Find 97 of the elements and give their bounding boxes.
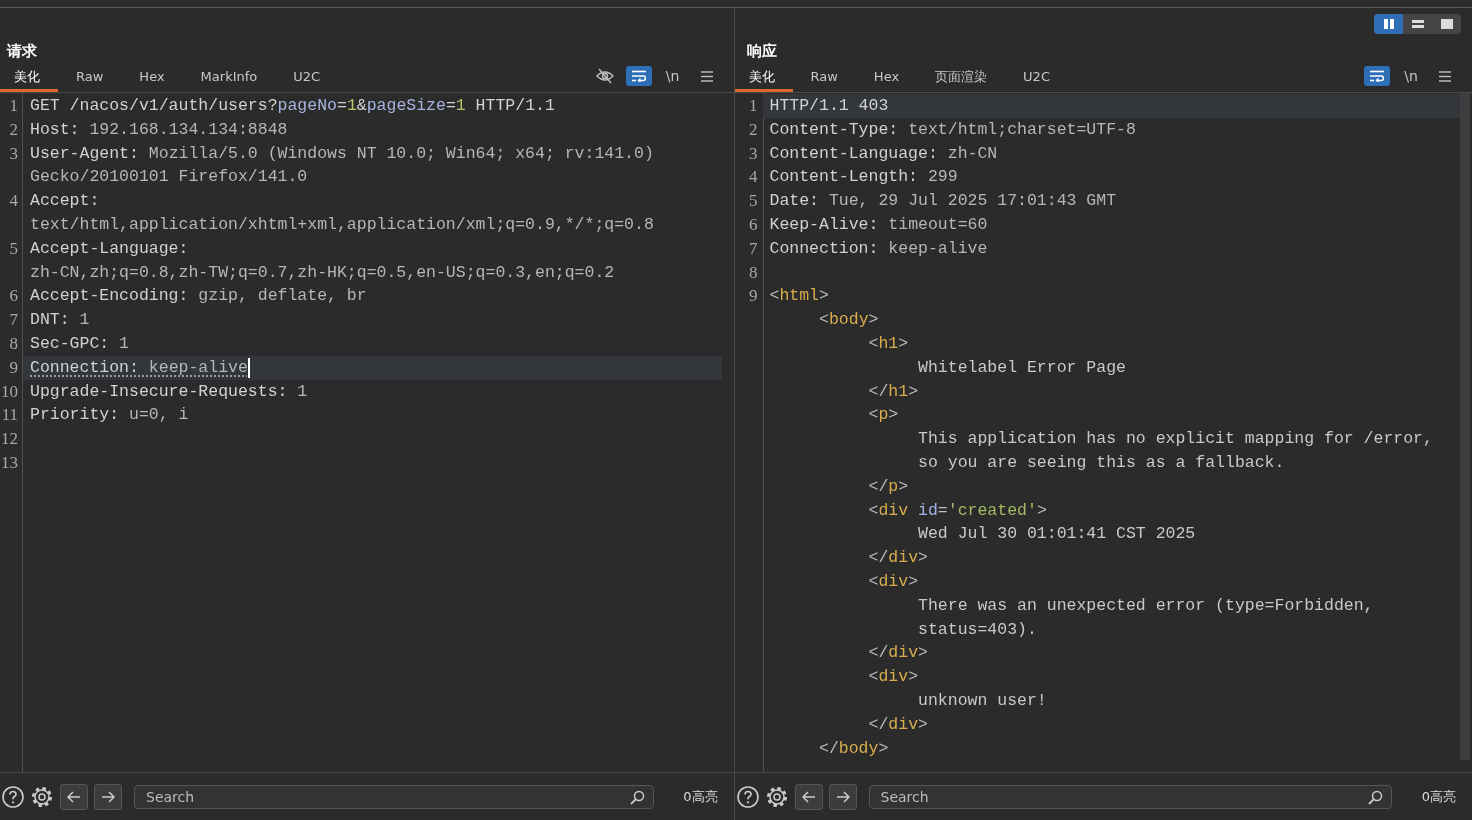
code-line: Wed Jul 30 01:01:41 CST 2025	[917, 523, 1196, 546]
tab[interactable]: 页面渲染	[917, 64, 1006, 92]
code-line: Upgrade-Insecure-Requests: 1	[30, 380, 308, 403]
search-icon	[629, 789, 645, 805]
line-number: 8	[8, 332, 18, 355]
back-button[interactable]	[794, 783, 823, 810]
panel-title: 请求	[7, 42, 37, 62]
code-line: <h1>	[867, 332, 909, 355]
line-number: 1	[748, 95, 758, 117]
search-field[interactable]: Search	[134, 784, 654, 809]
code-line: </body>	[818, 737, 889, 760]
code-line: Accept:	[30, 190, 100, 213]
code-line: Sec-GPC: 1	[30, 332, 130, 355]
line-number: 7	[8, 309, 18, 332]
highlight-count: 0高亮	[1420, 787, 1458, 806]
code-line: Connection: keep-alive	[769, 237, 988, 260]
code-line: Gecko/20100101 Firefox/141.0	[30, 166, 308, 189]
code-line: Whitelabel Error Page	[917, 356, 1126, 379]
code-line: Host: 192.168.134.134:8848	[30, 118, 288, 141]
code-line: There was an unexpected error (type=Forbidden,	[917, 594, 1374, 617]
code-line: User-Agent: Mozilla/5.0 (Windows NT 10.0; Win64; x64; rv:141.0)	[30, 142, 654, 165]
left-arrow-icon	[67, 790, 81, 803]
help-icon[interactable]	[2, 785, 24, 808]
line-number: 5	[8, 237, 18, 260]
tab[interactable]: Raw	[792, 64, 856, 92]
line-number: 9	[8, 356, 18, 379]
code-line: DNT: 1	[30, 309, 90, 332]
line-number: 10	[0, 380, 18, 403]
code-line: </div>	[867, 642, 928, 665]
newline-toggle[interactable]: \n	[1398, 66, 1424, 86]
line-number: 13	[0, 451, 18, 474]
panel-title: 响应	[746, 42, 777, 62]
line-number: 5	[748, 190, 758, 213]
line-number: 4	[748, 166, 758, 189]
line-number: 1	[8, 95, 18, 117]
code-line: HTTP/1.1 403	[769, 95, 889, 117]
newline-toggle[interactable]: \n	[659, 66, 686, 86]
line-number: 4	[8, 190, 18, 213]
columns-icon[interactable]	[1374, 14, 1403, 34]
search-field[interactable]: Search	[868, 784, 1392, 809]
highlight-count: 0高亮	[682, 787, 719, 806]
code-line: status=403).	[917, 618, 1037, 641]
line-number: 3	[748, 142, 758, 165]
line-number: 3	[8, 142, 18, 165]
line-number: 8	[748, 261, 758, 284]
code-line: <p>	[867, 404, 899, 427]
tab[interactable]: U2C	[275, 64, 339, 92]
word-wrap-icon[interactable]	[625, 66, 652, 86]
tab[interactable]: MarkInfo	[182, 64, 276, 92]
code-line: unknown user!	[917, 689, 1047, 712]
code-line: <body>	[818, 309, 879, 332]
back-button[interactable]	[60, 783, 88, 810]
code-line: Priority: u=0, i	[30, 404, 189, 427]
search-icon	[1368, 789, 1383, 805]
code-line: </h1>	[867, 380, 919, 403]
code-line: Content-Language: zh-CN	[769, 142, 998, 165]
code-line: zh-CN,zh;q=0.8,zh-TW;q=0.7,zh-HK;q=0.5,en-US;q=0.3,en;q=0.2	[30, 261, 615, 284]
settings-icon[interactable]	[764, 784, 789, 809]
line-number: 2	[8, 118, 18, 141]
tab[interactable]: U2C	[1005, 64, 1068, 92]
code-line: Content-Length: 299	[769, 166, 958, 189]
tab[interactable]: Raw	[58, 64, 122, 92]
line-number: 6	[8, 285, 18, 308]
line-number: 12	[0, 428, 18, 451]
code-line: Date: Tue, 29 Jul 2025 17:01:43 GMT	[769, 190, 1117, 213]
line-number: 11	[0, 404, 18, 427]
code-line: </div>	[867, 547, 928, 570]
code-line: Accept-Language:	[30, 237, 189, 260]
code-line: This application has no explicit mapping for /error,	[917, 428, 1433, 451]
code-line: Accept-Encoding: gzip, deflate, br	[30, 285, 367, 308]
word-wrap-icon[interactable]	[1364, 66, 1390, 86]
help-icon[interactable]	[736, 785, 759, 808]
code-line: <div>	[867, 666, 919, 689]
code-line: GET /nacos/v1/auth/users?pageNo=1&pageSize=1 HTTP/1.1	[30, 95, 555, 117]
line-number: 9	[748, 285, 758, 308]
code-line: so you are seeing this as a fallback.	[917, 451, 1285, 474]
code-line: Connection: keep-alive	[30, 356, 248, 379]
left-arrow-icon	[801, 790, 816, 803]
right-arrow-icon	[835, 790, 850, 803]
code-line: <div id='created'>	[867, 499, 1047, 522]
code-line: <div>	[867, 570, 919, 593]
code-line: </p>	[867, 475, 909, 498]
line-number: 2	[748, 118, 758, 141]
settings-icon[interactable]	[30, 784, 54, 809]
code-line: text/html,application/xhtml+xml,application/xml;q=0.9,*/*;q=0.8	[30, 214, 654, 236]
right-arrow-icon	[101, 790, 115, 803]
forward-button[interactable]	[94, 783, 122, 810]
forward-button[interactable]	[828, 783, 857, 810]
code-line: </div>	[867, 713, 928, 736]
line-number: 6	[748, 214, 758, 236]
code-line: Keep-Alive: timeout=60	[769, 214, 988, 236]
code-line: Content-Type: text/html;charset=UTF-8	[769, 118, 1136, 141]
code-line: <html>	[769, 285, 829, 308]
line-number: 7	[748, 237, 758, 260]
tab[interactable]: Hex	[121, 64, 183, 92]
tab[interactable]: Hex	[855, 64, 918, 92]
scrollbar[interactable]	[1460, 93, 1470, 760]
